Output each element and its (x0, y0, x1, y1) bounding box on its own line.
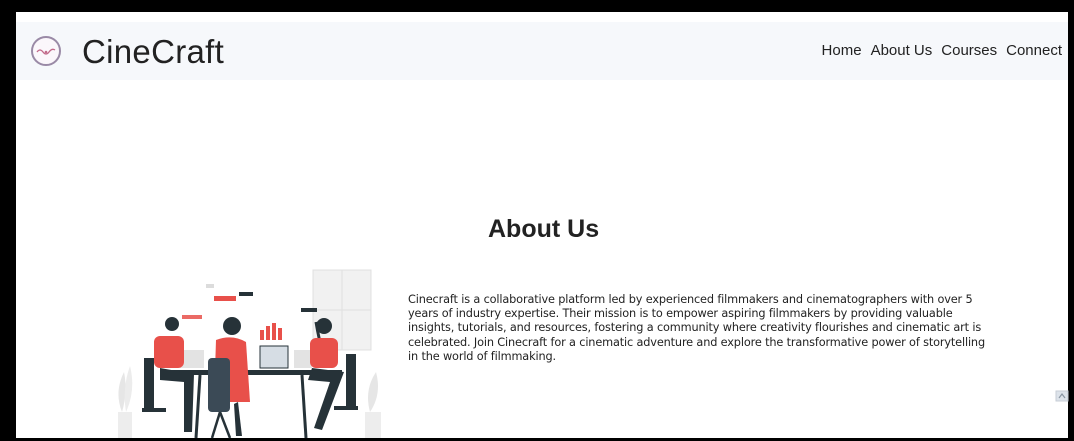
team-meeting-illustration (108, 262, 398, 441)
navbar: CineCraft Home About Us Courses Connect (16, 22, 1068, 80)
nav-link-connect[interactable]: Connect (1006, 42, 1062, 59)
about-description: Cinecraft is a collaborative platform le… (408, 293, 985, 363)
brand-name[interactable]: CineCraft (82, 33, 224, 71)
window-frame-right (1068, 0, 1074, 441)
scroll-to-top-icon[interactable] (1055, 389, 1069, 402)
about-title: About Us (488, 215, 600, 243)
film-reel-icon[interactable] (31, 36, 61, 66)
nav-link-courses[interactable]: Courses (941, 42, 997, 59)
nav-links: Home About Us Courses Connect (813, 42, 1062, 59)
nav-link-about-us[interactable]: About Us (871, 42, 933, 59)
window-frame-top (0, 0, 1074, 12)
window-frame-left (0, 0, 16, 441)
nav-link-home[interactable]: Home (822, 42, 862, 59)
